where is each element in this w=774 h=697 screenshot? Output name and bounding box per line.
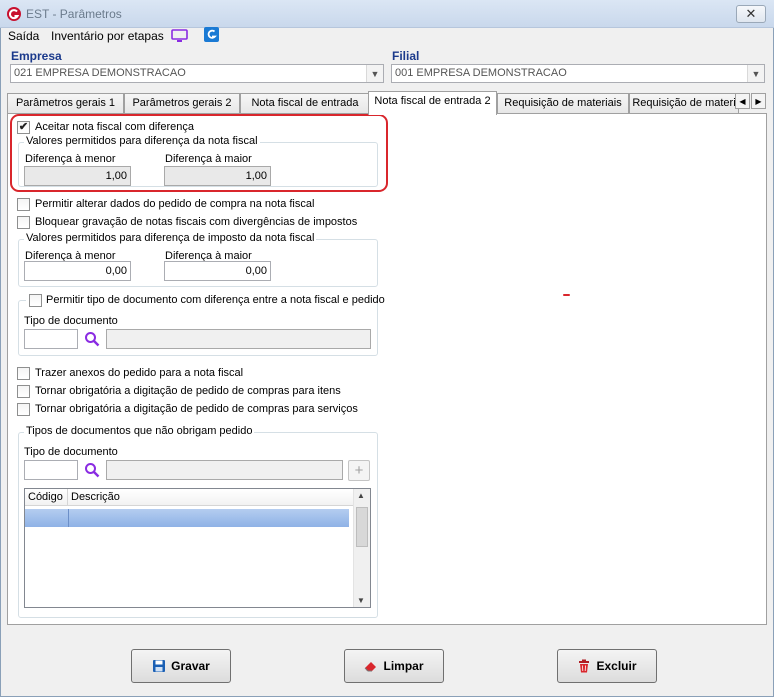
table-row[interactable]	[25, 509, 349, 527]
filial-label: Filial	[392, 49, 420, 63]
search-icon[interactable]	[84, 331, 100, 347]
empresa-label: Empresa	[11, 49, 62, 63]
empresa-value: 021 EMPRESA DEMONSTRACAO	[14, 67, 186, 79]
gravar-button[interactable]: Gravar	[131, 649, 231, 683]
grid-col-divider	[68, 509, 69, 527]
obrig-itens-label: Tornar obrigatória a digitação de pedido…	[35, 385, 341, 397]
save-icon	[153, 660, 166, 672]
tab-nota-fiscal-entrada-2[interactable]: Nota fiscal de entrada 2	[368, 91, 497, 115]
chevron-down-icon[interactable]: ▼	[357, 596, 365, 605]
obrig-itens-checkbox[interactable]	[17, 385, 30, 398]
eraser-icon	[365, 662, 377, 672]
add-icon[interactable]: +	[348, 460, 370, 481]
tab-scroll-left-icon[interactable]: ◀	[735, 93, 750, 109]
filial-select[interactable]: 001 EMPRESA DEMONSTRACAO ▼	[391, 64, 765, 83]
app-logo-icon	[7, 7, 21, 21]
gravar-label: Gravar	[171, 659, 210, 673]
imp-menor-field[interactable]: 0,00	[24, 261, 131, 281]
tipo-doc-label-2: Tipo de documento	[24, 446, 118, 458]
monitor-icon[interactable]	[171, 29, 188, 43]
g-app-icon[interactable]	[204, 27, 219, 42]
tipo-doc-desc-field-2	[106, 460, 343, 480]
search-icon[interactable]	[84, 462, 100, 478]
highlight-box	[10, 114, 388, 192]
trazer-anexos-checkbox[interactable]	[17, 367, 30, 380]
obrig-servicos-label: Tornar obrigatória a digitação de pedido…	[35, 403, 358, 415]
tab-parametros-gerais-1[interactable]: Parâmetros gerais 1	[7, 93, 124, 114]
menu-saida[interactable]: Saída	[8, 29, 39, 43]
menu-inventario-etapas[interactable]: Inventário por etapas	[51, 29, 164, 43]
tipo-doc-code-input[interactable]	[24, 329, 78, 349]
empresa-select[interactable]: 021 EMPRESA DEMONSTRACAO ▼	[10, 64, 384, 83]
permitir-alterar-checkbox[interactable]	[17, 198, 30, 211]
chevron-up-icon[interactable]: ▲	[357, 491, 365, 500]
close-button[interactable]: ✕	[736, 5, 766, 23]
trash-icon	[579, 659, 590, 673]
permitir-tipo-checkbox[interactable]	[29, 294, 42, 307]
window-title: EST - Parâmetros	[26, 7, 122, 21]
grid-col-codigo[interactable]: Código	[25, 489, 68, 506]
tab-bar: Parâmetros gerais 1 Parâmetros gerais 2 …	[7, 91, 767, 115]
chevron-down-icon[interactable]: ▼	[366, 65, 383, 82]
tab-requisicao-materiais[interactable]: Requisição de materiais	[497, 93, 629, 114]
obrig-servicos-checkbox[interactable]	[17, 403, 30, 416]
tab-scroll-right-icon[interactable]: ▶	[751, 93, 766, 109]
tab-parametros-gerais-2[interactable]: Parâmetros gerais 2	[124, 93, 240, 114]
tipos-documentos-title: Tipos de documentos que não obrigam pedi…	[24, 425, 255, 437]
tipo-doc-code-input-2[interactable]	[24, 460, 78, 480]
grid-scrollbar[interactable]: ▲ ▼	[353, 489, 370, 607]
chevron-down-icon[interactable]: ▼	[747, 65, 764, 82]
bloquear-gravacao-label: Bloquear gravação de notas fiscais com d…	[35, 216, 358, 228]
scroll-thumb[interactable]	[356, 507, 368, 547]
limpar-button[interactable]: Limpar	[344, 649, 444, 683]
valores-imposto-title: Valores permitidos para diferença de imp…	[24, 232, 317, 244]
permitir-tipo-label: Permitir tipo de documento com diferença…	[46, 294, 385, 306]
tipos-documentos-grid[interactable]: Código Descrição ▲ ▼	[24, 488, 371, 608]
filial-value: 001 EMPRESA DEMONSTRACAO	[395, 67, 567, 79]
imp-maior-field[interactable]: 0,00	[164, 261, 271, 281]
bloquear-gravacao-checkbox[interactable]	[17, 216, 30, 229]
excluir-label: Excluir	[596, 659, 637, 673]
tipo-doc-desc-field	[106, 329, 371, 349]
tab-requisicao-materi[interactable]: Requisição de materi	[629, 93, 739, 114]
limpar-label: Limpar	[383, 659, 424, 673]
grid-col-descricao[interactable]: Descrição	[68, 489, 354, 506]
excluir-button[interactable]: Excluir	[557, 649, 657, 683]
tab-nota-fiscal-entrada[interactable]: Nota fiscal de entrada	[240, 93, 370, 114]
trazer-anexos-label: Trazer anexos do pedido para a nota fisc…	[35, 367, 244, 379]
permitir-alterar-label: Permitir alterar dados do pedido de comp…	[35, 198, 315, 210]
tipo-doc-label: Tipo de documento	[24, 315, 118, 327]
red-mark	[563, 294, 570, 296]
